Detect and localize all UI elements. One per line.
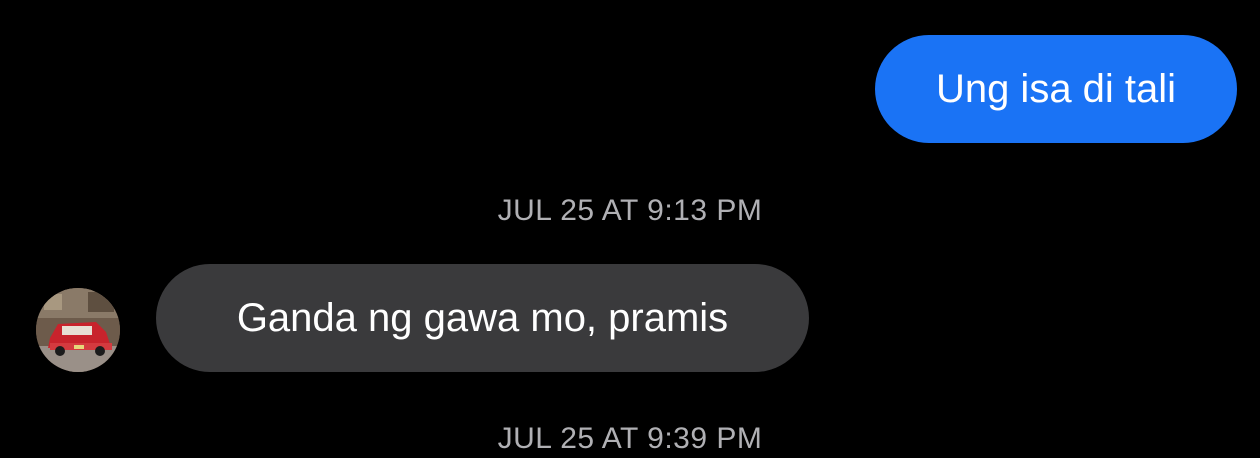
- outgoing-message-bubble[interactable]: Ung isa di tali: [875, 35, 1237, 143]
- contact-photo-icon: [36, 288, 120, 372]
- message-text: Ganda ng gawa mo, pramis: [236, 295, 729, 340]
- incoming-message-bubble[interactable]: Ganda ng gawa mo, pramis: [156, 264, 809, 372]
- contact-avatar[interactable]: [36, 288, 120, 372]
- message-text: Ung isa di tali: [935, 66, 1177, 111]
- message-timestamp: JUL 25 AT 9:39 PM: [497, 422, 763, 455]
- message-timestamp: JUL 25 AT 9:13 PM: [497, 194, 763, 227]
